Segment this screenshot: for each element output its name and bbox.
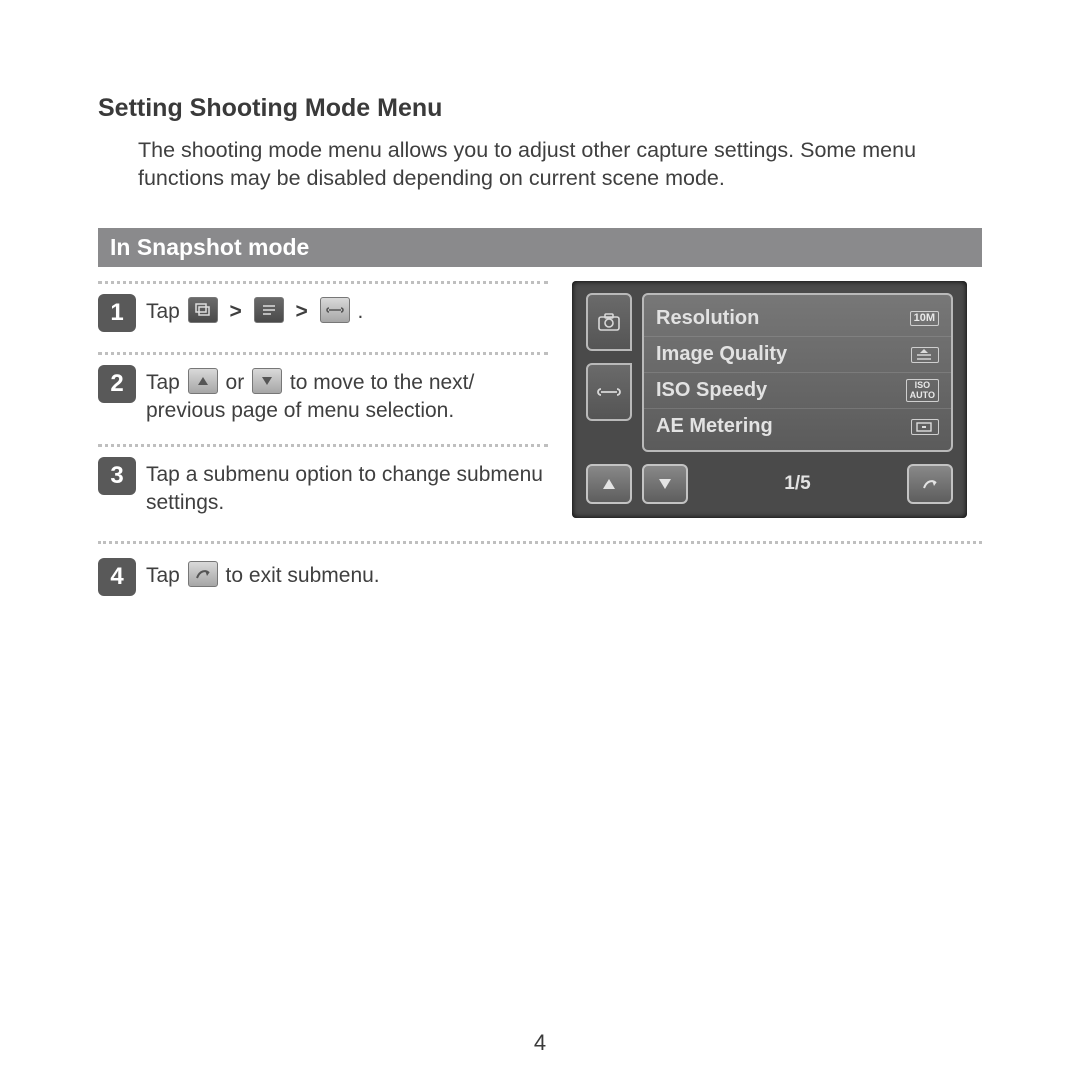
side-tabs	[586, 293, 632, 452]
tools-tab-icon[interactable]	[586, 363, 632, 421]
section-heading: Setting Shooting Mode Menu	[98, 94, 982, 123]
page-number: 4	[0, 1030, 1080, 1056]
page-up-button[interactable]	[586, 464, 632, 504]
step-3: 3 Tap a submenu option to change submenu…	[98, 444, 548, 526]
menu-item-image-quality[interactable]: Image Quality	[644, 337, 951, 373]
mode-bar: In Snapshot mode	[98, 228, 982, 267]
menu-item-label: Image Quality	[656, 343, 787, 366]
menu-item-value: ISO AUTO	[906, 379, 939, 402]
quality-icon	[911, 347, 939, 363]
pager-label: 1/5	[698, 473, 897, 495]
metering-icon	[911, 419, 939, 435]
step-body: Tap or to move to the next/ previous pag…	[146, 365, 548, 424]
step-text: Tap a submenu option to change submenu s…	[146, 463, 543, 514]
step-text: Tap	[146, 564, 186, 587]
section-intro: The shooting mode menu allows you to adj…	[138, 137, 982, 192]
camera-tab-icon[interactable]	[586, 293, 632, 351]
arrow-up-icon	[188, 368, 218, 394]
steps-column: 1 Tap > > . 2 Tap	[98, 281, 548, 537]
gallery-icon	[188, 297, 218, 323]
menu-item-iso[interactable]: ISO Speedy ISO AUTO	[644, 373, 951, 409]
step-1: 1 Tap > > .	[98, 281, 548, 342]
step-2: 2 Tap or to move to the next/ previous p…	[98, 352, 548, 434]
step-text: Tap	[146, 300, 186, 323]
page-down-button[interactable]	[642, 464, 688, 504]
menu-item-ae-metering[interactable]: AE Metering	[644, 409, 951, 444]
chevron-right-icon: >	[226, 298, 246, 326]
chevron-right-icon: >	[292, 298, 312, 326]
arrow-down-icon	[252, 368, 282, 394]
step-body: Tap to exit submenu.	[146, 558, 380, 590]
menu-item-resolution[interactable]: Resolution 10M	[644, 301, 951, 337]
step-text: Tap	[146, 371, 186, 394]
exit-arrow-icon	[188, 561, 218, 587]
step-text: or	[226, 371, 251, 394]
step-4: 4 Tap to exit submenu.	[98, 541, 982, 606]
step-body: Tap a submenu option to change submenu s…	[146, 457, 548, 516]
menu-item-value: 10M	[910, 311, 939, 327]
step-body: Tap > > .	[146, 294, 363, 326]
step-text: .	[357, 300, 363, 323]
menu-item-label: AE Metering	[656, 415, 773, 438]
camera-screen: Resolution 10M Image Quality ISO Speedy …	[572, 281, 967, 518]
step-number-badge: 4	[98, 558, 136, 596]
menu-item-label: Resolution	[656, 307, 759, 330]
step-number-badge: 1	[98, 294, 136, 332]
exit-button[interactable]	[907, 464, 953, 504]
list-icon	[254, 297, 284, 323]
screenshot-column: Resolution 10M Image Quality ISO Speedy …	[572, 281, 982, 537]
menu-item-label: ISO Speedy	[656, 379, 767, 402]
step-number-badge: 3	[98, 457, 136, 495]
step-text: to exit submenu.	[226, 564, 380, 587]
step-number-badge: 2	[98, 365, 136, 403]
menu-panel: Resolution 10M Image Quality ISO Speedy …	[642, 293, 953, 452]
wrench-icon	[320, 297, 350, 323]
